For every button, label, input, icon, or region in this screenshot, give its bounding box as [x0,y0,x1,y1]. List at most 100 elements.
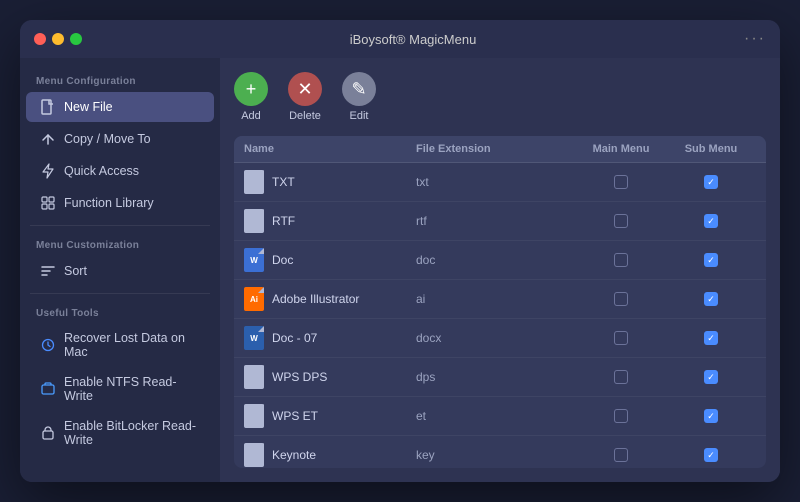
file-type-icon: Ai [244,287,264,311]
bitlocker-icon [40,425,56,441]
section-label-menu-config: Menu Configuration [20,68,220,91]
row-file-name: RTF [244,209,416,233]
table-row[interactable]: WPS ET et ✓ [234,397,766,436]
edit-button[interactable]: ✎ Edit [342,72,376,122]
row-extension: rtf [416,214,576,228]
row-extension: key [416,448,576,462]
row-file-name: Keynote [244,443,416,467]
file-type-icon [244,443,264,467]
title-bar: iBoysoft® MagicMenu ··· [20,20,780,58]
sub-menu-cell: ✓ [666,292,756,306]
table-row[interactable]: WPS DPS dps ✓ [234,358,766,397]
maximize-button[interactable] [70,33,82,45]
delete-icon: ✕ [288,72,322,106]
content-area: + Add ✕ Delete ✎ Edit Name File Extensio… [220,58,780,482]
sub-menu-cell: ✓ [666,214,756,228]
more-options-icon[interactable]: ··· [744,30,766,48]
main-menu-checkbox[interactable] [614,448,628,462]
main-menu-checkbox[interactable] [614,370,628,384]
add-icon: + [234,72,268,106]
row-extension: doc [416,253,576,267]
lightning-icon [40,163,56,179]
file-name-label: Doc - 07 [272,331,317,345]
sub-menu-checkbox[interactable]: ✓ [704,331,718,345]
col-main-menu: Main Menu [576,143,666,155]
main-menu-checkbox[interactable] [614,292,628,306]
sub-menu-cell: ✓ [666,448,756,462]
sub-menu-checkbox[interactable]: ✓ [704,292,718,306]
row-extension: dps [416,370,576,384]
sidebar-item-sort[interactable]: Sort [26,256,214,286]
traffic-lights [34,33,82,45]
file-type-icon: W [244,326,264,350]
sidebar-item-recover[interactable]: Recover Lost Data on Mac [26,324,214,366]
copy-icon [40,131,56,147]
app-window: iBoysoft® MagicMenu ··· Menu Configurati… [20,20,780,482]
sidebar-item-label-copy-move: Copy / Move To [64,132,151,146]
file-icon [40,99,56,115]
sidebar-item-ntfs[interactable]: Enable NTFS Read-Write [26,368,214,410]
main-menu-cell [576,292,666,306]
main-menu-checkbox[interactable] [614,214,628,228]
file-type-icon: W [244,248,264,272]
sidebar-item-new-file[interactable]: New File [26,92,214,122]
toolbar: + Add ✕ Delete ✎ Edit [234,72,766,122]
table-row[interactable]: RTF rtf ✓ [234,202,766,241]
divider-1 [30,225,210,226]
add-button[interactable]: + Add [234,72,268,122]
file-name-label: Adobe Illustrator [272,292,359,306]
sort-icon [40,263,56,279]
sidebar-item-bitlocker[interactable]: Enable BitLocker Read-Write [26,412,214,454]
row-file-name: Ai Adobe Illustrator [244,287,416,311]
main-menu-cell [576,214,666,228]
table-row[interactable]: TXT txt ✓ [234,163,766,202]
file-name-label: WPS ET [272,409,318,423]
main-menu-checkbox[interactable] [614,253,628,267]
main-menu-checkbox[interactable] [614,331,628,345]
main-menu-cell [576,448,666,462]
sub-menu-cell: ✓ [666,253,756,267]
sidebar-item-label-function-library: Function Library [64,196,154,210]
delete-label: Delete [289,110,321,122]
sub-menu-cell: ✓ [666,175,756,189]
table-row[interactable]: Keynote key ✓ [234,436,766,468]
table-row[interactable]: Ai Adobe Illustrator ai ✓ [234,280,766,319]
table-row[interactable]: W Doc doc ✓ [234,241,766,280]
sidebar-item-function-library[interactable]: Function Library [26,188,214,218]
delete-button[interactable]: ✕ Delete [288,72,322,122]
sub-menu-checkbox[interactable]: ✓ [704,409,718,423]
file-name-label: Doc [272,253,293,267]
close-button[interactable] [34,33,46,45]
row-extension: et [416,409,576,423]
sub-menu-checkbox[interactable]: ✓ [704,370,718,384]
file-name-label: RTF [272,214,295,228]
file-name-label: WPS DPS [272,370,327,384]
sidebar-item-label-ntfs: Enable NTFS Read-Write [64,375,200,403]
sidebar-item-label-new-file: New File [64,100,113,114]
file-name-label: TXT [272,175,295,189]
row-file-name: W Doc - 07 [244,326,416,350]
edit-label: Edit [350,110,369,122]
sub-menu-cell: ✓ [666,409,756,423]
sub-menu-checkbox[interactable]: ✓ [704,214,718,228]
sidebar-item-copy-move[interactable]: Copy / Move To [26,124,214,154]
file-types-table: Name File Extension Main Menu Sub Menu T… [234,136,766,468]
main-menu-checkbox[interactable] [614,175,628,189]
table-row[interactable]: W Doc - 07 docx ✓ [234,319,766,358]
row-file-name: TXT [244,170,416,194]
col-name: Name [244,143,416,155]
add-label: Add [241,110,261,122]
sub-menu-checkbox[interactable]: ✓ [704,253,718,267]
main-menu-checkbox[interactable] [614,409,628,423]
sub-menu-checkbox[interactable]: ✓ [704,175,718,189]
sidebar: Menu Configuration New File C [20,58,220,482]
sidebar-item-label-bitlocker: Enable BitLocker Read-Write [64,419,200,447]
sub-menu-checkbox[interactable]: ✓ [704,448,718,462]
section-label-tools: Useful Tools [20,300,220,323]
file-type-icon [244,170,264,194]
table-body: TXT txt ✓ RTF rtf ✓ W Doc doc ✓ Ai Ad [234,163,766,468]
minimize-button[interactable] [52,33,64,45]
main-content: Menu Configuration New File C [20,58,780,482]
sidebar-item-quick-access[interactable]: Quick Access [26,156,214,186]
grid-icon [40,195,56,211]
